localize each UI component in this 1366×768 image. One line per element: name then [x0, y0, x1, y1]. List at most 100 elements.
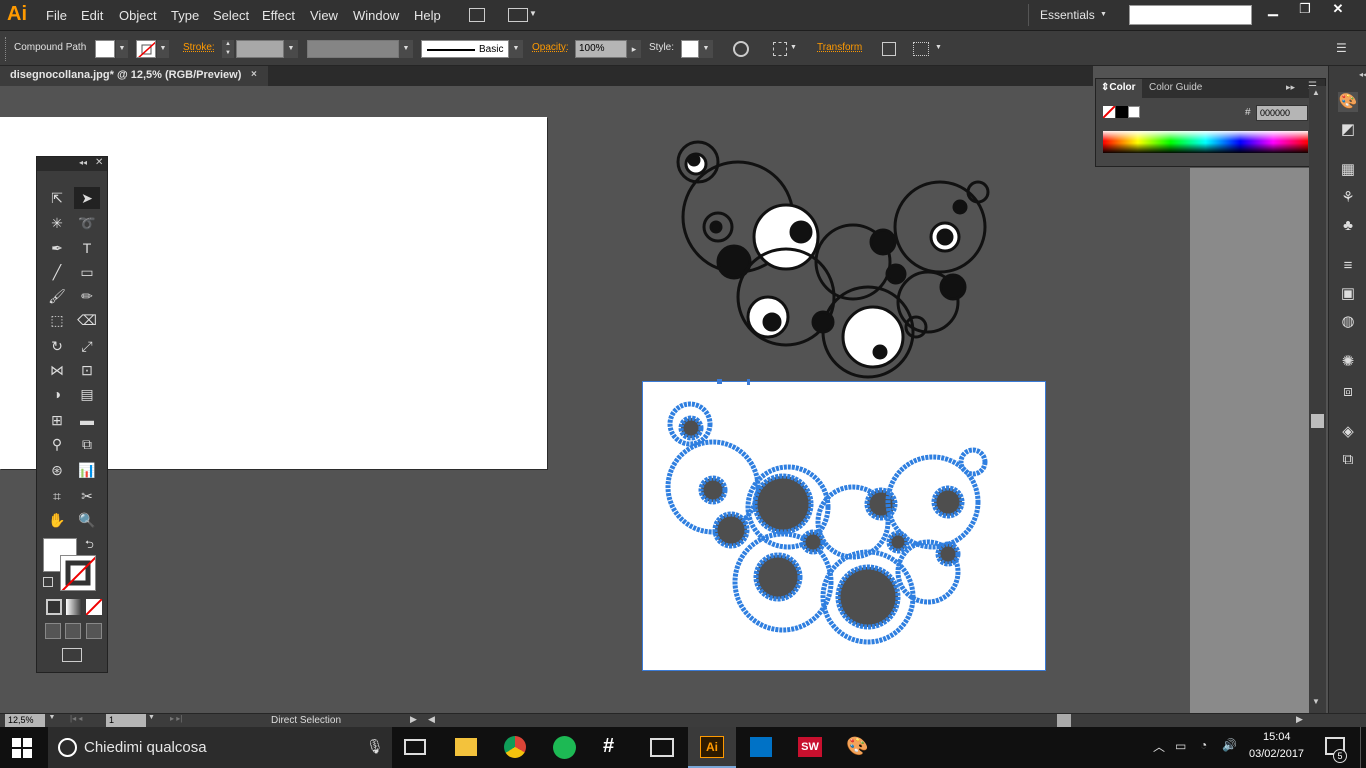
lasso-tool-icon[interactable]: ➰ [74, 212, 100, 234]
dock-collapse-icon[interactable]: ◂◂ [1359, 70, 1366, 79]
style-dropdown-icon[interactable]: ▼ [699, 40, 713, 58]
panel-menu-icon[interactable]: ☰ [1336, 41, 1347, 55]
layers-icon[interactable]: ◈ [1338, 422, 1358, 442]
status-menu-icon[interactable]: ▶ [410, 714, 417, 725]
last-artboard-icon[interactable]: ▸ ▸| [170, 714, 182, 723]
restore-button[interactable]: ❐ [1288, 0, 1322, 20]
slack-icon[interactable]: # [603, 735, 614, 758]
stroke-label[interactable]: Stroke: [183, 42, 215, 53]
wifi-icon[interactable]: ◔ [1200, 738, 1207, 752]
show-desktop-button[interactable] [1360, 727, 1366, 768]
free-transform-tool-icon[interactable]: ⊡ [74, 359, 100, 381]
eyedropper-tool-icon[interactable]: ⚲ [44, 433, 70, 455]
artboards-icon[interactable]: ⧉ [1338, 450, 1358, 470]
tools-panel-header[interactable]: ◂◂ ✕ [37, 157, 107, 171]
menu-help[interactable]: Help [414, 8, 441, 23]
menu-effect[interactable]: Effect [262, 8, 295, 23]
artboard-dropdown-icon[interactable]: ▼ [148, 714, 155, 721]
color-spectrum-slider[interactable] [1103, 131, 1308, 153]
color-panel-icon[interactable]: 🎨 [1338, 92, 1358, 112]
shape-builder-tool-icon[interactable]: ◑ [44, 383, 70, 405]
task-view-icon[interactable] [404, 739, 426, 755]
fill-dropdown-icon[interactable]: ▼ [116, 40, 128, 58]
clock-date[interactable]: 03/02/2017 [1249, 748, 1304, 760]
swatches-icon[interactable]: ▦ [1338, 160, 1358, 180]
color-guide-icon[interactable]: ◩ [1338, 120, 1358, 140]
transform-link[interactable]: Transform [817, 42, 862, 53]
gradient-tool-icon[interactable]: ▬ [74, 409, 100, 431]
graphic-style-swatch[interactable] [681, 40, 699, 58]
spotify-icon[interactable] [553, 736, 576, 759]
eraser-tool-icon[interactable]: ⌫ [74, 309, 100, 331]
artboard-number-input[interactable]: 1 [106, 714, 146, 727]
align-dropdown-icon[interactable]: ▼ [790, 44, 797, 51]
stroke-weight-input[interactable] [236, 40, 284, 58]
volume-icon[interactable]: 🔊 [1222, 738, 1237, 752]
stroke-color-box[interactable] [60, 555, 96, 591]
default-colors-icon[interactable] [43, 577, 53, 587]
close-panel-icon[interactable]: ✕ [95, 157, 103, 168]
width-tool-icon[interactable]: ⋈ [44, 359, 70, 381]
direct-selection-tool-icon[interactable]: ➤ [74, 187, 100, 209]
perspective-grid-tool-icon[interactable]: ▤ [74, 383, 100, 405]
fill-swatch[interactable] [95, 40, 115, 58]
none-swatch[interactable] [1103, 106, 1115, 118]
pen-tool-icon[interactable]: ✒ [44, 237, 70, 259]
microphone-icon[interactable]: 🎙 [366, 738, 384, 755]
symbol-sprayer-tool-icon[interactable]: ⊛ [44, 459, 70, 481]
slice-tool-icon[interactable]: ✂ [74, 485, 100, 507]
draw-behind-icon[interactable] [65, 623, 81, 639]
close-button[interactable]: ✕ [1321, 0, 1355, 20]
scroll-down-icon[interactable]: ▼ [1312, 697, 1320, 706]
menu-type[interactable]: Type [171, 8, 199, 23]
hex-value-input[interactable]: 000000 [1256, 105, 1308, 121]
mesh-tool-icon[interactable]: ⊞ [44, 409, 70, 431]
document-tab[interactable]: disegnocollana.jpg* @ 12,5% (RGB/Preview… [0, 66, 268, 86]
stroke-weight-stepper[interactable]: ▲ ▼ [222, 40, 234, 58]
bounding-handle[interactable] [717, 379, 722, 384]
tab-color[interactable]: ⇕Color [1096, 79, 1142, 98]
photos-icon[interactable] [650, 738, 674, 757]
rectangle-tool-icon[interactable]: ▭ [74, 261, 100, 283]
stroke-weight-dropdown-icon[interactable]: ▼ [284, 40, 298, 58]
menu-object[interactable]: Object [119, 8, 157, 23]
gradient-mode-icon[interactable] [66, 599, 82, 615]
transparency-icon[interactable]: ◍ [1338, 312, 1358, 332]
black-swatch[interactable] [1116, 106, 1128, 118]
selection-tool-icon[interactable]: ⇱ [44, 187, 70, 209]
vertical-scrollbar[interactable] [1309, 86, 1326, 713]
line-tool-icon[interactable]: ╱ [44, 261, 70, 283]
solidworks-icon[interactable]: SW [798, 737, 822, 757]
stroke-dropdown-icon[interactable]: ▼ [157, 40, 169, 58]
illustrator-taskbar-item[interactable]: Ai [688, 727, 736, 768]
warp-dropdown-icon[interactable]: ▼ [935, 44, 942, 51]
blend-tool-icon[interactable]: ⧉ [74, 433, 100, 455]
expand-panel-icon[interactable]: ▸▸ [1286, 82, 1295, 93]
scale-tool-icon[interactable]: ⤢ [74, 335, 100, 357]
menu-file[interactable]: File [46, 8, 67, 23]
cortana-search-box[interactable]: Chiedimi qualcosa 🎙 [48, 727, 392, 768]
appearance-icon[interactable]: ✺ [1338, 352, 1358, 372]
blob-brush-tool-icon[interactable]: ⬚ [44, 309, 70, 331]
grip-icon[interactable] [5, 37, 7, 61]
brushes-icon[interactable]: ⚘ [1338, 188, 1358, 208]
menu-window[interactable]: Window [353, 8, 399, 23]
zoom-level-input[interactable]: 12,5% [5, 714, 45, 727]
type-tool-icon[interactable]: T [74, 237, 100, 259]
chevron-down-icon[interactable]: ▼ [529, 9, 537, 18]
isolate-object-icon[interactable] [882, 42, 896, 56]
workspace-switcher[interactable]: Essentials [1040, 8, 1095, 22]
menu-select[interactable]: Select [213, 8, 249, 23]
zoom-dropdown-icon[interactable]: ▼ [45, 714, 59, 727]
horizontal-scroll-thumb[interactable] [1057, 714, 1071, 727]
draw-normal-icon[interactable] [45, 623, 61, 639]
arrange-documents-icon[interactable] [508, 8, 528, 22]
screen-mode-icon[interactable] [62, 648, 82, 662]
menu-edit[interactable]: Edit [81, 8, 103, 23]
scroll-right-icon[interactable]: ▶ [1296, 714, 1303, 725]
opacity-input[interactable]: 100% [575, 40, 627, 58]
color-mode-icon[interactable] [46, 599, 62, 615]
none-mode-icon[interactable] [86, 599, 102, 615]
white-swatch[interactable] [1128, 106, 1140, 118]
puppet-warp-icon[interactable] [913, 42, 929, 56]
